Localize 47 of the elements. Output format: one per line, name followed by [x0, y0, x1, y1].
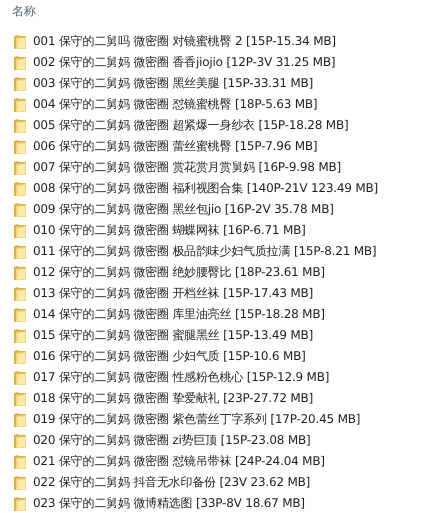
folder-name[interactable]: 013 保守的二舅妈 微密圈 开档丝袜 [15P-17.43 MB]: [33, 285, 314, 302]
folder-icon: [13, 118, 27, 134]
folder-name[interactable]: 014 保守的二舅妈 微密圈 库里油亮丝 [15P-18.28 MB]: [33, 306, 325, 323]
folder-icon: [13, 454, 27, 470]
folder-name[interactable]: 009 保守的二舅妈 微密圈 黑丝包jio [16P-2V 35.78 MB]: [33, 201, 334, 218]
folder-icon: [13, 496, 27, 512]
folder-name[interactable]: 020 保守的二舅妈 微密圈 zi势巨顶 [15P-23.08 MB]: [33, 432, 310, 449]
folder-name[interactable]: 017 保守的二舅妈 微密圈 性感粉色桃心 [15P-12.9 MB]: [33, 369, 330, 386]
folder-name[interactable]: 002 保守的二舅妈 微密圈 香香jiojio [12P-3V 31.25 MB]: [33, 54, 336, 71]
folder-icon: [13, 306, 27, 322]
folder-icon: [13, 34, 27, 50]
column-header[interactable]: 名称: [12, 2, 36, 20]
folder-name[interactable]: 022 保守的二舅妈 抖音无水印备份 [23V 23.62 MB]: [33, 474, 310, 491]
folder-name[interactable]: 006 保守的二舅妈 微密圈 蕾丝蜜桃臀 [15P-7.96 MB]: [33, 138, 318, 155]
folder-icon: [13, 348, 27, 364]
folder-icon: [13, 54, 27, 70]
folder-name[interactable]: 015 保守的二舅妈 微密圈 蜜腿黑丝 [15P-13.49 MB]: [33, 327, 314, 344]
folder-name[interactable]: 003 保守的二舅妈 微密圈 黑丝美腿 [15P-33.31 MB]: [33, 75, 314, 92]
folder-icon: [13, 412, 27, 428]
folder-icon: [13, 180, 27, 196]
folder-name[interactable]: 023 保守的二舅妈 微博精选图 [33P-8V 18.67 MB]: [33, 495, 305, 512]
folder-icon: [13, 76, 27, 92]
folder-icon: [13, 96, 27, 112]
folder-icon: [13, 474, 27, 490]
folder-icon: [13, 264, 27, 280]
folder-icon: [13, 244, 27, 260]
folder-name[interactable]: 004 保守的二舅妈 微密圈 怼镜蜜桃臀 [18P-5.63 MB]: [33, 96, 318, 113]
folder-name[interactable]: 012 保守的二舅妈 微密圈 绝妙腰臀比 [18P-23.61 MB]: [33, 264, 325, 281]
folder-name[interactable]: 008 保守的二舅妈 微密圈 福利视图合集 [140P-21V 123.49 MB]: [33, 180, 378, 197]
folder-icon: [13, 222, 27, 238]
folder-icon: [13, 160, 27, 176]
folder-name[interactable]: 021 保守的二舅妈 微密圈 怼镜吊带袜 [24P-24.04 MB]: [33, 453, 325, 470]
folder-name[interactable]: 019 保守的二舅妈 微密圈 紫色蕾丝丁字系列 [17P-20.45 MB]: [33, 411, 360, 428]
folder-name[interactable]: 007 保守的二舅妈 微密圈 赏花赏月赏舅妈 [16P-9.98 MB]: [33, 159, 342, 176]
folder-name[interactable]: 018 保守的二舅妈 微密圈 挚爱献礼 [23P-27.72 MB]: [33, 390, 314, 407]
folder-name[interactable]: 016 保守的二舅妈 微密圈 少妇气质 [15P-10.6 MB]: [33, 348, 306, 365]
folder-icon: [13, 328, 27, 344]
folder-icon: [13, 432, 27, 448]
folder-icon: [13, 286, 27, 302]
folder-name[interactable]: 011 保守的二舅妈 微密圈 极品韵味少妇气质拉满 [15P-8.21 MB]: [33, 243, 376, 260]
folder-icon: [13, 370, 27, 386]
folder-icon: [13, 390, 27, 406]
folder-name[interactable]: 001 保守的二舅吗 微密圈 对镜蜜桃臀 2 [15P-15.34 MB]: [33, 33, 336, 50]
folder-icon: [13, 202, 27, 218]
folder-name[interactable]: 005 保守的二舅妈 微密圈 超紧爆一身纱衣 [15P-18.28 MB]: [33, 117, 348, 134]
folder-icon: [13, 138, 27, 154]
folder-name[interactable]: 010 保守的二舅妈 微密圈 蝴蝶网袜 [16P-6.71 MB]: [33, 222, 306, 239]
